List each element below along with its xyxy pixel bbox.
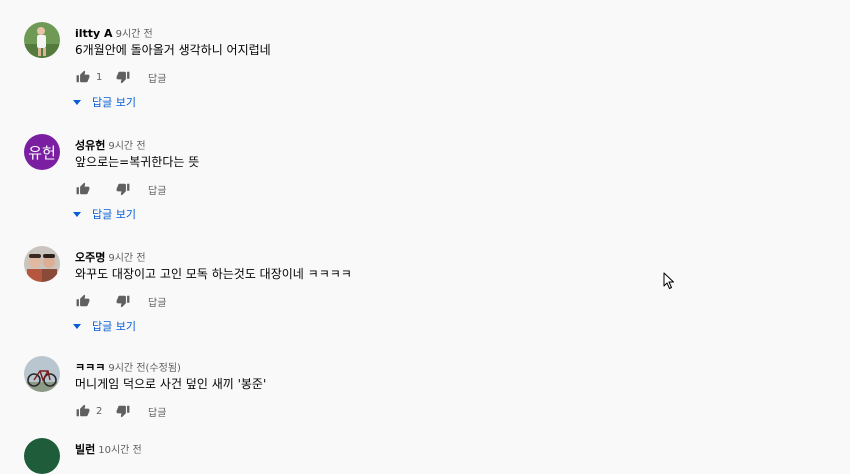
view-replies-label: 답글 보기 [92,320,136,333]
timestamp[interactable]: 9시간 전 [108,141,145,152]
view-replies-button[interactable]: 답글 보기 [72,318,136,334]
comment-actions: 2 답글 [75,402,166,420]
author-name[interactable]: 오주명 [75,251,105,264]
view-replies-button[interactable]: 답글 보기 [72,94,136,110]
avatar[interactable]: 유헌 [24,134,60,170]
comment-header: 빌런 10시간 전 [75,440,142,459]
thumbs-up-icon[interactable] [75,181,91,197]
reply-button[interactable]: 답글 [148,404,166,419]
timestamp[interactable]: 10시간 전 [98,445,142,456]
comment-actions: 답글 [75,292,166,310]
avatar[interactable] [24,22,60,58]
reply-button[interactable]: 답글 [148,182,166,197]
reply-button[interactable]: 답글 [148,70,166,85]
timestamp[interactable]: 9시간 전 [116,29,153,40]
timestamp[interactable]: 9시간 전 [108,253,145,264]
comment-text: 6개월안에 돌아올거 생각하니 어지럽네 [75,43,271,57]
comment-text: 앞으로는=복귀한다는 뜻 [75,155,200,169]
caret-down-icon [73,100,81,105]
comment-text: 와꾸도 대장이고 고인 모독 하는것도 대장이네 ㅋㅋㅋㅋ [75,267,352,281]
author-name[interactable]: iltty A [75,27,113,40]
author-name[interactable]: 성유헌 [75,139,105,152]
like-count: 1 [96,71,103,83]
comment-text: 머니게임 덕으로 사건 덮인 새끼 '봉준' [75,377,267,391]
reply-button[interactable]: 답글 [148,294,166,309]
view-replies-label: 답글 보기 [92,208,136,221]
avatar[interactable] [24,438,60,474]
thumbs-down-icon[interactable] [115,69,131,85]
avatar[interactable] [24,246,60,282]
caret-down-icon [73,324,81,329]
thumbs-up-icon[interactable] [75,293,91,309]
mouse-cursor-icon [663,272,674,289]
timestamp[interactable]: 9시간 전(수정됨) [108,363,181,374]
author-name[interactable]: ㅋㅋㅋ [75,361,105,374]
like-count: 2 [96,405,103,417]
thumbs-down-icon[interactable] [115,181,131,197]
comment-actions: 1 답글 [75,68,166,86]
view-replies-button[interactable]: 답글 보기 [72,206,136,222]
view-replies-label: 답글 보기 [92,96,136,109]
thumbs-up-icon[interactable] [75,69,91,85]
thumbs-up-icon[interactable] [75,403,91,419]
comment-actions: 답글 [75,180,166,198]
author-name[interactable]: 빌런 [75,443,95,456]
thumbs-down-icon[interactable] [115,293,131,309]
caret-down-icon [73,212,81,217]
avatar[interactable] [24,356,60,392]
thumbs-down-icon[interactable] [115,403,131,419]
